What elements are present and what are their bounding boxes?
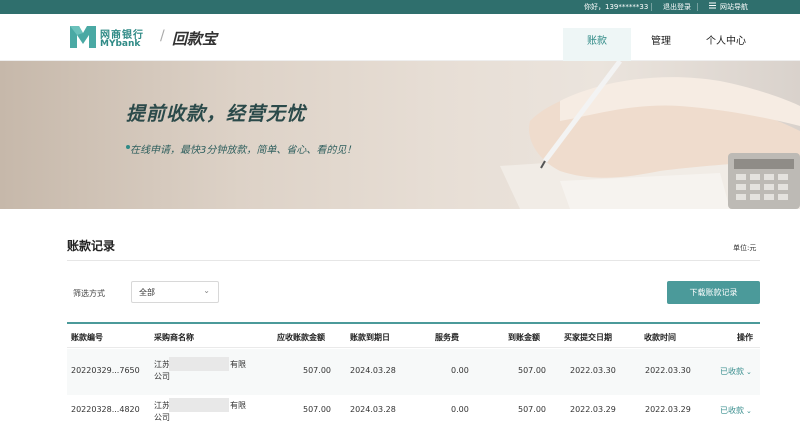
column-header-received: 到账金额	[508, 333, 540, 342]
nav-item-manage[interactable]: 管理	[651, 32, 671, 47]
download-records-button[interactable]: 下载账款记录	[667, 281, 760, 304]
filter-label: 筛选方式	[73, 289, 105, 298]
cell-id: 20220329...7650	[71, 366, 140, 375]
main-header: 网商银行 MYbank / 回款宝 账款 管理 个人中心	[0, 14, 800, 74]
divider	[651, 3, 652, 11]
column-header-action: 操作	[737, 333, 753, 342]
nav-item-personal-center[interactable]: 个人中心	[706, 32, 746, 47]
column-header-submit-date: 买家提交日期	[564, 333, 612, 342]
logout-link[interactable]: 退出登录	[663, 2, 691, 12]
cell-paid-time: 2022.03.29	[645, 405, 691, 414]
divider	[697, 3, 698, 11]
table-row: 20220328...4820 江苏 有限 公司 507.00 2024.03.…	[67, 395, 760, 441]
section-divider	[67, 260, 760, 261]
status-dropdown[interactable]: 已收款 ⌄	[720, 405, 752, 416]
cell-due-date: 2024.03.28	[350, 366, 396, 375]
chevron-down-icon: ⌄	[203, 286, 210, 295]
chevron-down-icon: ⌄	[746, 368, 752, 376]
filter-select-value: 全部	[139, 288, 155, 297]
product-name: 回款宝	[172, 30, 218, 48]
column-header-buyer: 采购商名称	[154, 333, 194, 342]
cell-buyer-prefix: 江苏	[154, 360, 170, 369]
menu-icon	[709, 2, 716, 9]
table-header: 账款编号 采购商名称 应收账款金额 账款到期日 服务费 到账金额 买家提交日期 …	[67, 322, 760, 348]
site-nav-menu-icon[interactable]	[709, 2, 716, 11]
greeting-text: 你好，139******33	[584, 3, 649, 11]
cell-due-date: 2024.03.28	[350, 405, 396, 414]
filter-select[interactable]: 全部 ⌄	[131, 281, 219, 303]
status-dropdown[interactable]: 已收款 ⌄	[720, 366, 752, 377]
column-header-amount: 应收账款金额	[277, 333, 325, 342]
column-header-id: 账款编号	[71, 333, 103, 342]
cell-amount: 507.00	[303, 366, 331, 375]
chevron-down-icon: ⌄	[746, 407, 752, 415]
table-row: 20220329...7650 江苏 有限 公司 507.00 2024.03.…	[67, 349, 760, 395]
column-header-due-date: 账款到期日	[350, 333, 390, 342]
cell-amount: 507.00	[303, 405, 331, 414]
mybank-logo-icon[interactable]	[70, 26, 96, 48]
nav-item-accounts[interactable]: 账款	[587, 32, 607, 47]
hero-banner: 提前收款，经营无忧 在线申请，最快3分钟放款，简单、省心、看的见！	[0, 61, 800, 209]
top-utility-bar: 你好，139******33 退出登录 网站导航	[0, 0, 800, 14]
masked-buyer-name	[169, 398, 229, 412]
cell-fee: 0.00	[451, 366, 469, 375]
cell-buyer-line2: 公司	[154, 372, 170, 381]
cell-buyer-suffix: 有限	[230, 401, 246, 410]
logo-separator: /	[160, 28, 165, 44]
logo-text-en: MYbank	[100, 39, 141, 49]
unit-label: 单位:元	[733, 244, 757, 252]
masked-buyer-name	[169, 357, 229, 371]
cell-buyer-prefix: 江苏	[154, 401, 170, 410]
cell-id: 20220328...4820	[71, 405, 140, 414]
banner-subtitle: 在线申请，最快3分钟放款，简单、省心、看的见！	[130, 145, 357, 156]
cell-received: 507.00	[518, 405, 546, 414]
banner-illustration	[500, 61, 800, 209]
status-label: 已收款	[720, 406, 744, 415]
section-title: 账款记录	[67, 239, 116, 253]
cell-paid-time: 2022.03.30	[645, 366, 691, 375]
cell-submit-date: 2022.03.29	[570, 405, 616, 414]
cell-fee: 0.00	[451, 405, 469, 414]
cell-received: 507.00	[518, 366, 546, 375]
site-nav-link[interactable]: 网站导航	[720, 2, 748, 12]
banner-title: 提前收款，经营无忧	[126, 103, 307, 125]
cell-submit-date: 2022.03.30	[570, 366, 616, 375]
column-header-paid-time: 收款时间	[644, 333, 676, 342]
cell-buyer-line2: 公司	[154, 413, 170, 422]
status-label: 已收款	[720, 367, 744, 376]
column-header-fee: 服务费	[435, 333, 459, 342]
cell-buyer-suffix: 有限	[230, 360, 246, 369]
